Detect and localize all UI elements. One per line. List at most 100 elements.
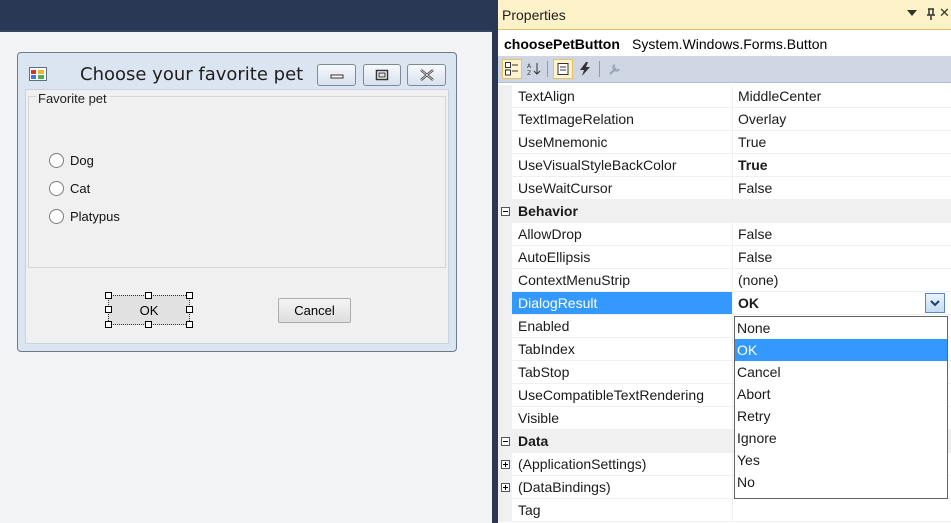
dropdown-option-no[interactable]: No <box>735 471 947 493</box>
designer-surface: Choose your favorite pet Favorite pet Do… <box>0 0 492 523</box>
radio-label-cat: Cat <box>70 180 91 196</box>
radio-circle[interactable] <box>49 152 64 168</box>
wrench-icon <box>609 64 620 75</box>
radio-circle[interactable] <box>49 180 64 196</box>
dropdown-option-retry[interactable]: Retry <box>735 405 947 427</box>
property-row-textimagerelation[interactable]: TextImageRelation Overlay <box>498 108 951 131</box>
row-gutter <box>498 246 512 269</box>
favorite-pet-groupbox[interactable]: Favorite pet Dog Cat Platypus <box>28 91 446 268</box>
close-panel-icon[interactable]: ✕ <box>939 6 950 21</box>
property-name: UseCompatibleTextRendering <box>512 384 733 407</box>
maximize-icon <box>375 69 389 81</box>
form-titlebar[interactable]: Choose your favorite pet <box>18 53 456 89</box>
property-row-tag[interactable]: Tag <box>498 499 951 522</box>
property-name: Visible <box>512 407 733 430</box>
groupbox-label: Favorite pet <box>36 91 109 106</box>
categorized-button[interactable] <box>502 59 522 79</box>
expand-icon[interactable] <box>501 460 510 469</box>
property-name: TextImageRelation <box>512 108 733 131</box>
pin-icon[interactable] <box>926 8 936 21</box>
dropdown-option-none[interactable]: None <box>735 317 947 339</box>
tab-strip-divider <box>0 30 492 32</box>
row-gutter <box>498 476 512 499</box>
row-gutter <box>498 177 512 200</box>
dropdown-button[interactable] <box>925 293 945 313</box>
minimize-button[interactable] <box>317 64 356 86</box>
row-gutter <box>498 154 512 177</box>
property-name: DialogResult <box>512 292 733 315</box>
selected-object-type: System.Windows.Forms.Button <box>632 36 828 52</box>
selection-handle[interactable] <box>105 306 112 313</box>
row-gutter <box>498 338 512 361</box>
cancel-button[interactable]: Cancel <box>278 298 351 323</box>
maximize-button[interactable] <box>363 64 401 86</box>
dropdown-option-ok[interactable]: OK <box>735 339 947 361</box>
radio-label-platypus: Platypus <box>70 208 120 224</box>
property-name: Enabled <box>512 315 733 338</box>
expand-icon[interactable] <box>501 483 510 492</box>
property-name: UseWaitCursor <box>512 177 733 200</box>
close-button[interactable] <box>407 64 446 86</box>
property-row-dialogresult[interactable]: DialogResult OK <box>498 292 951 315</box>
selection-handle[interactable] <box>186 306 193 313</box>
property-row-usemnemonic[interactable]: UseMnemonic True <box>498 131 951 154</box>
properties-toolbar: AZ <box>498 56 951 83</box>
collapse-icon[interactable] <box>501 437 510 446</box>
property-value[interactable]: (none) <box>733 269 951 292</box>
selection-handle[interactable] <box>145 321 152 328</box>
dialogresult-dropdown-list[interactable]: None OK Cancel Abort Retry Ignore Yes No <box>734 316 948 499</box>
property-value[interactable]: Overlay <box>733 108 951 131</box>
property-name: ContextMenuStrip <box>512 269 733 292</box>
selection-handle[interactable] <box>105 321 112 328</box>
dropdown-option-cancel[interactable]: Cancel <box>735 361 947 383</box>
property-pages-button[interactable] <box>605 59 625 79</box>
property-value[interactable]: False <box>733 223 951 246</box>
dropdown-option-ignore[interactable]: Ignore <box>735 427 947 449</box>
dialogresult-combo[interactable]: OK <box>733 292 951 315</box>
property-row-usewaitcursor[interactable]: UseWaitCursor False <box>498 177 951 200</box>
window-position-dropdown-icon[interactable] <box>907 9 917 17</box>
selection-handle[interactable] <box>105 292 112 299</box>
selection-handle[interactable] <box>145 292 152 299</box>
property-value[interactable]: False <box>733 246 951 269</box>
radio-circle[interactable] <box>49 208 64 224</box>
close-icon <box>419 69 434 81</box>
properties-view-button[interactable] <box>553 59 573 79</box>
form-window[interactable]: Choose your favorite pet Favorite pet Do… <box>17 52 457 352</box>
property-row-usevisualstylebackcolor[interactable]: UseVisualStyleBackColor True <box>498 154 951 177</box>
radio-platypus[interactable]: Platypus <box>49 207 120 225</box>
property-name: UseMnemonic <box>512 131 733 154</box>
alphabetical-button[interactable]: AZ <box>524 59 544 79</box>
form-title: Choose your favorite pet <box>80 64 304 85</box>
selection-handle[interactable] <box>186 292 193 299</box>
property-name: AllowDrop <box>512 223 733 246</box>
category-behavior[interactable]: Behavior <box>498 200 951 223</box>
row-gutter <box>498 407 512 430</box>
radio-cat[interactable]: Cat <box>49 179 90 197</box>
properties-header: Properties ✕ <box>498 0 951 30</box>
row-gutter <box>498 453 512 476</box>
radio-dog[interactable]: Dog <box>49 151 94 169</box>
property-value[interactable]: MiddleCenter <box>733 85 951 108</box>
property-value[interactable] <box>733 499 951 522</box>
row-gutter <box>498 384 512 407</box>
dropdown-option-abort[interactable]: Abort <box>735 383 947 405</box>
property-value[interactable]: False <box>733 177 951 200</box>
property-row-textalign[interactable]: TextAlign MiddleCenter <box>498 85 951 108</box>
property-value[interactable]: True <box>733 154 951 177</box>
property-name: (DataBindings) <box>512 476 733 499</box>
property-value[interactable]: True <box>733 131 951 154</box>
collapse-icon[interactable] <box>501 207 510 216</box>
category-label: Data <box>518 433 549 449</box>
selected-object-name: choosePetButton <box>504 36 620 52</box>
toolbar-separator <box>599 61 600 77</box>
property-row-allowdrop[interactable]: AllowDrop False <box>498 223 951 246</box>
minimize-icon <box>330 74 343 79</box>
dropdown-option-yes[interactable]: Yes <box>735 449 947 471</box>
selection-handle[interactable] <box>186 321 193 328</box>
property-name: AutoEllipsis <box>512 246 733 269</box>
object-selector[interactable]: choosePetButton System.Windows.Forms.But… <box>498 30 951 56</box>
events-button[interactable] <box>575 59 595 79</box>
property-row-contextmenustrip[interactable]: ContextMenuStrip (none) <box>498 269 951 292</box>
property-row-autoellipsis[interactable]: AutoEllipsis False <box>498 246 951 269</box>
